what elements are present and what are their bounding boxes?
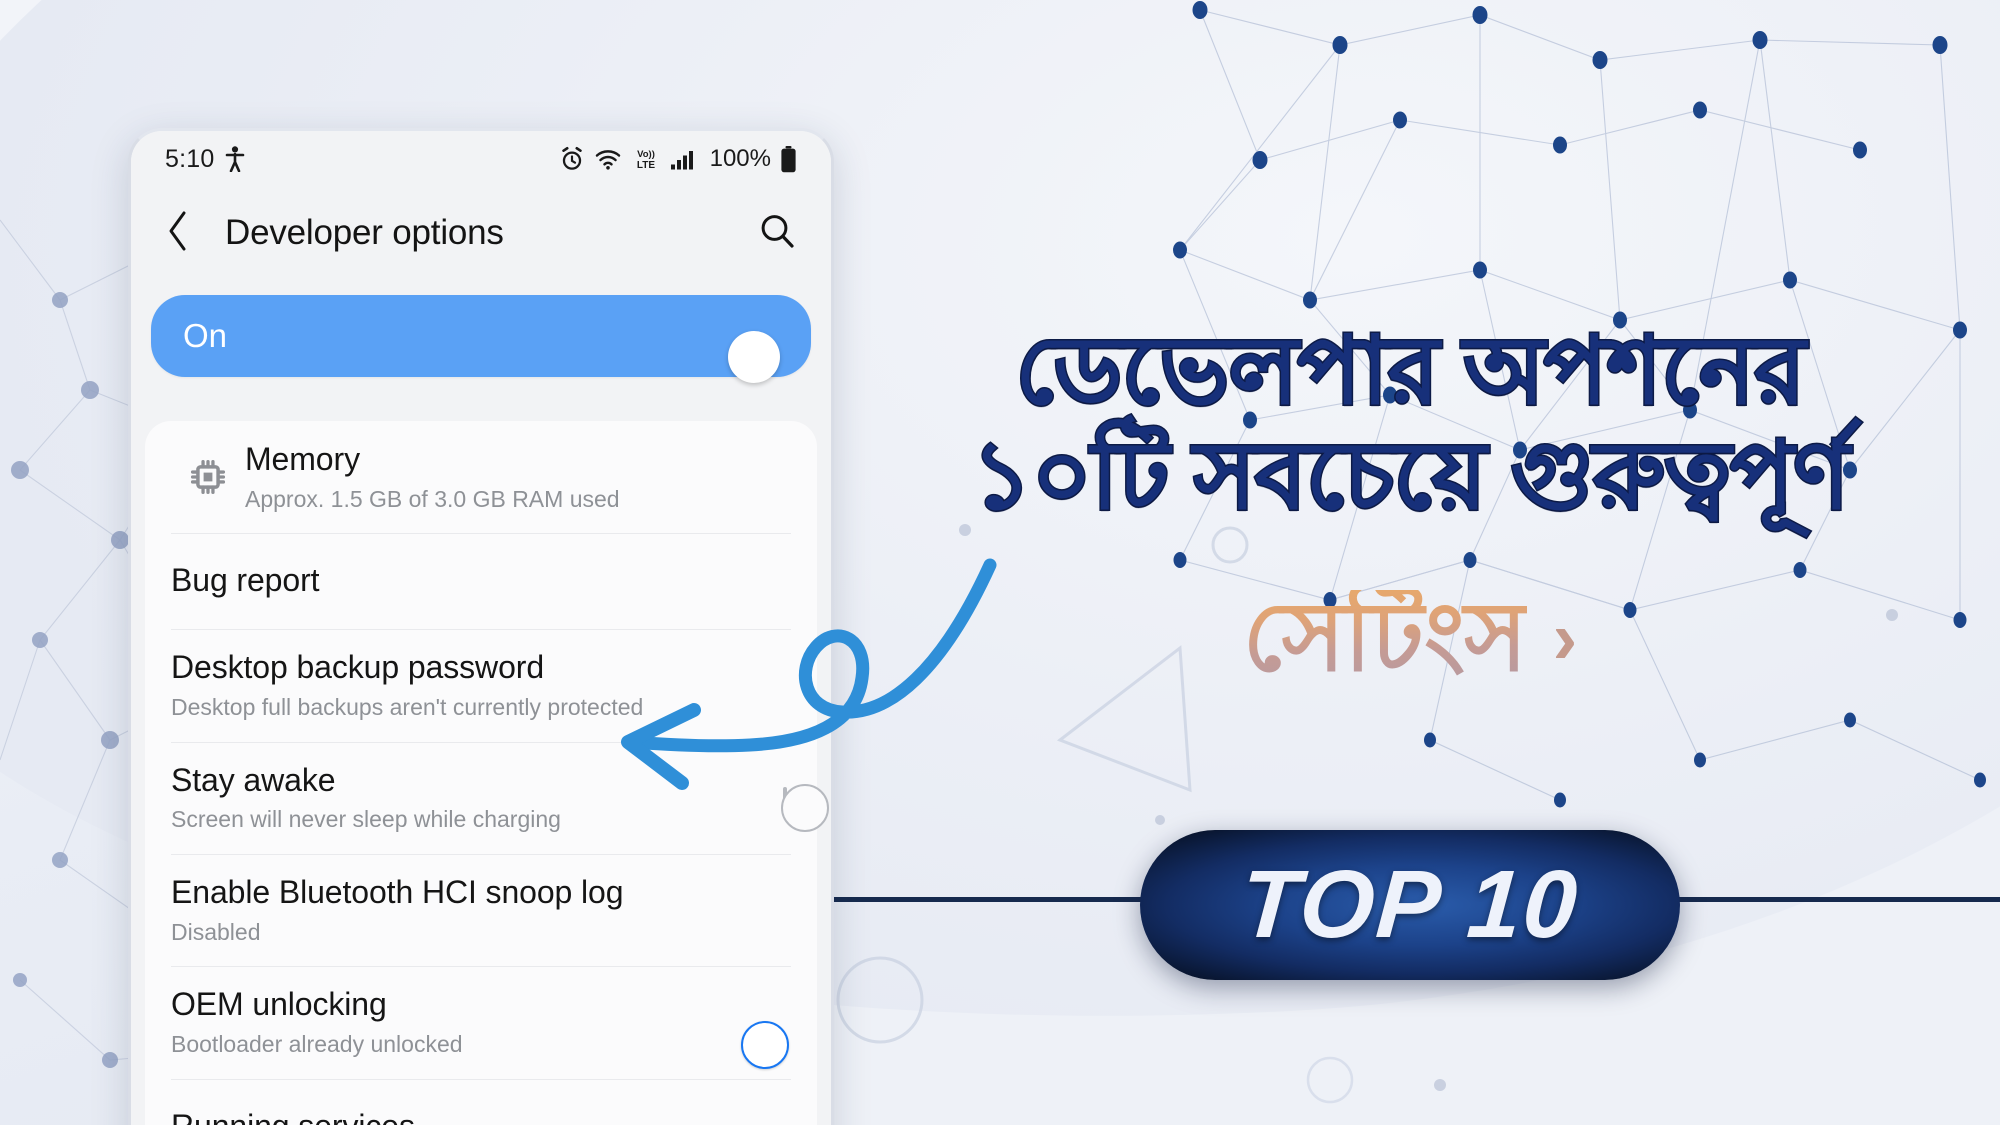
battery-icon [781,145,796,172]
developer-options-master-switch[interactable]: On [151,295,811,377]
settings-row-title: Running services [171,1108,787,1125]
signal-icon [670,151,693,170]
settings-row-title: OEM unlocking [171,986,387,1023]
status-bar: 5:10 Vo)) LTE 100% [131,131,831,187]
settings-row-text: Memory Approx. 1.5 GB of 3.0 GB RAM used [245,441,787,513]
search-icon[interactable] [757,211,797,256]
settings-row[interactable]: Memory Approx. 1.5 GB of 3.0 GB RAM used [145,421,817,533]
alarm-icon [561,146,582,170]
headline-bengali: ডেভেলপার অপশনের ১০টি সবচেয়ে গুরুত্বপূর্… [880,317,1940,530]
settings-row[interactable]: OEM unlocking Bootloader already unlocked [145,966,817,1078]
settings-row-title: Memory [245,441,360,477]
curved-arrow-icon [621,558,997,790]
settings-word: সেটিংস [1242,584,1528,691]
status-time: 5:10 [165,144,215,173]
screenshot-root: 5:10 Vo)) LTE 100% Developer options On … [0,0,2000,1125]
settings-word-group: সেটিংস › [1060,590,1760,686]
page-title: Developer options [225,213,504,252]
status-bar-left: 5:10 [165,145,245,174]
top10-badge-label: TOP 10 [1237,851,1583,958]
status-bar-right: Vo)) LTE 100% [559,145,797,173]
headline-line-1: ডেভেলপার অপশনের [1014,317,1807,425]
settings-row-subtitle: Bootloader already unlocked [171,1031,463,1058]
wifi-icon [595,150,620,170]
settings-row-text: Running services [171,1108,787,1125]
svg-text:Vo)): Vo)) [637,149,655,160]
app-bar: Developer options [131,187,831,279]
settings-row-subtitle: Disabled [171,918,261,945]
svg-text:LTE: LTE [637,160,655,171]
chevron-right-icon: › [1552,596,1578,679]
headline-line-2: ১০টি সবচেয়ে গুরুত্বপূর্ণ [970,422,1852,530]
top10-badge: TOP 10 [1140,830,1680,980]
settings-row-text: Enable Bluetooth HCI snoop log Disabled [171,874,787,946]
memory-chip-icon [171,455,245,499]
battery-percent: 100% [709,145,771,172]
volte-icon: Vo)) LTE [637,149,655,171]
settings-row-subtitle: Approx. 1.5 GB of 3.0 GB RAM used [245,485,620,512]
accessibility-icon [226,146,245,172]
master-switch-label: On [183,317,228,354]
settings-row-text: OEM unlocking Bootloader already unlocked [171,986,773,1058]
back-icon[interactable] [165,209,191,258]
settings-row[interactable]: Enable Bluetooth HCI snoop log Disabled [145,854,817,966]
settings-row[interactable]: Running services [145,1078,817,1125]
settings-row-title: Enable Bluetooth HCI snoop log [171,874,624,911]
